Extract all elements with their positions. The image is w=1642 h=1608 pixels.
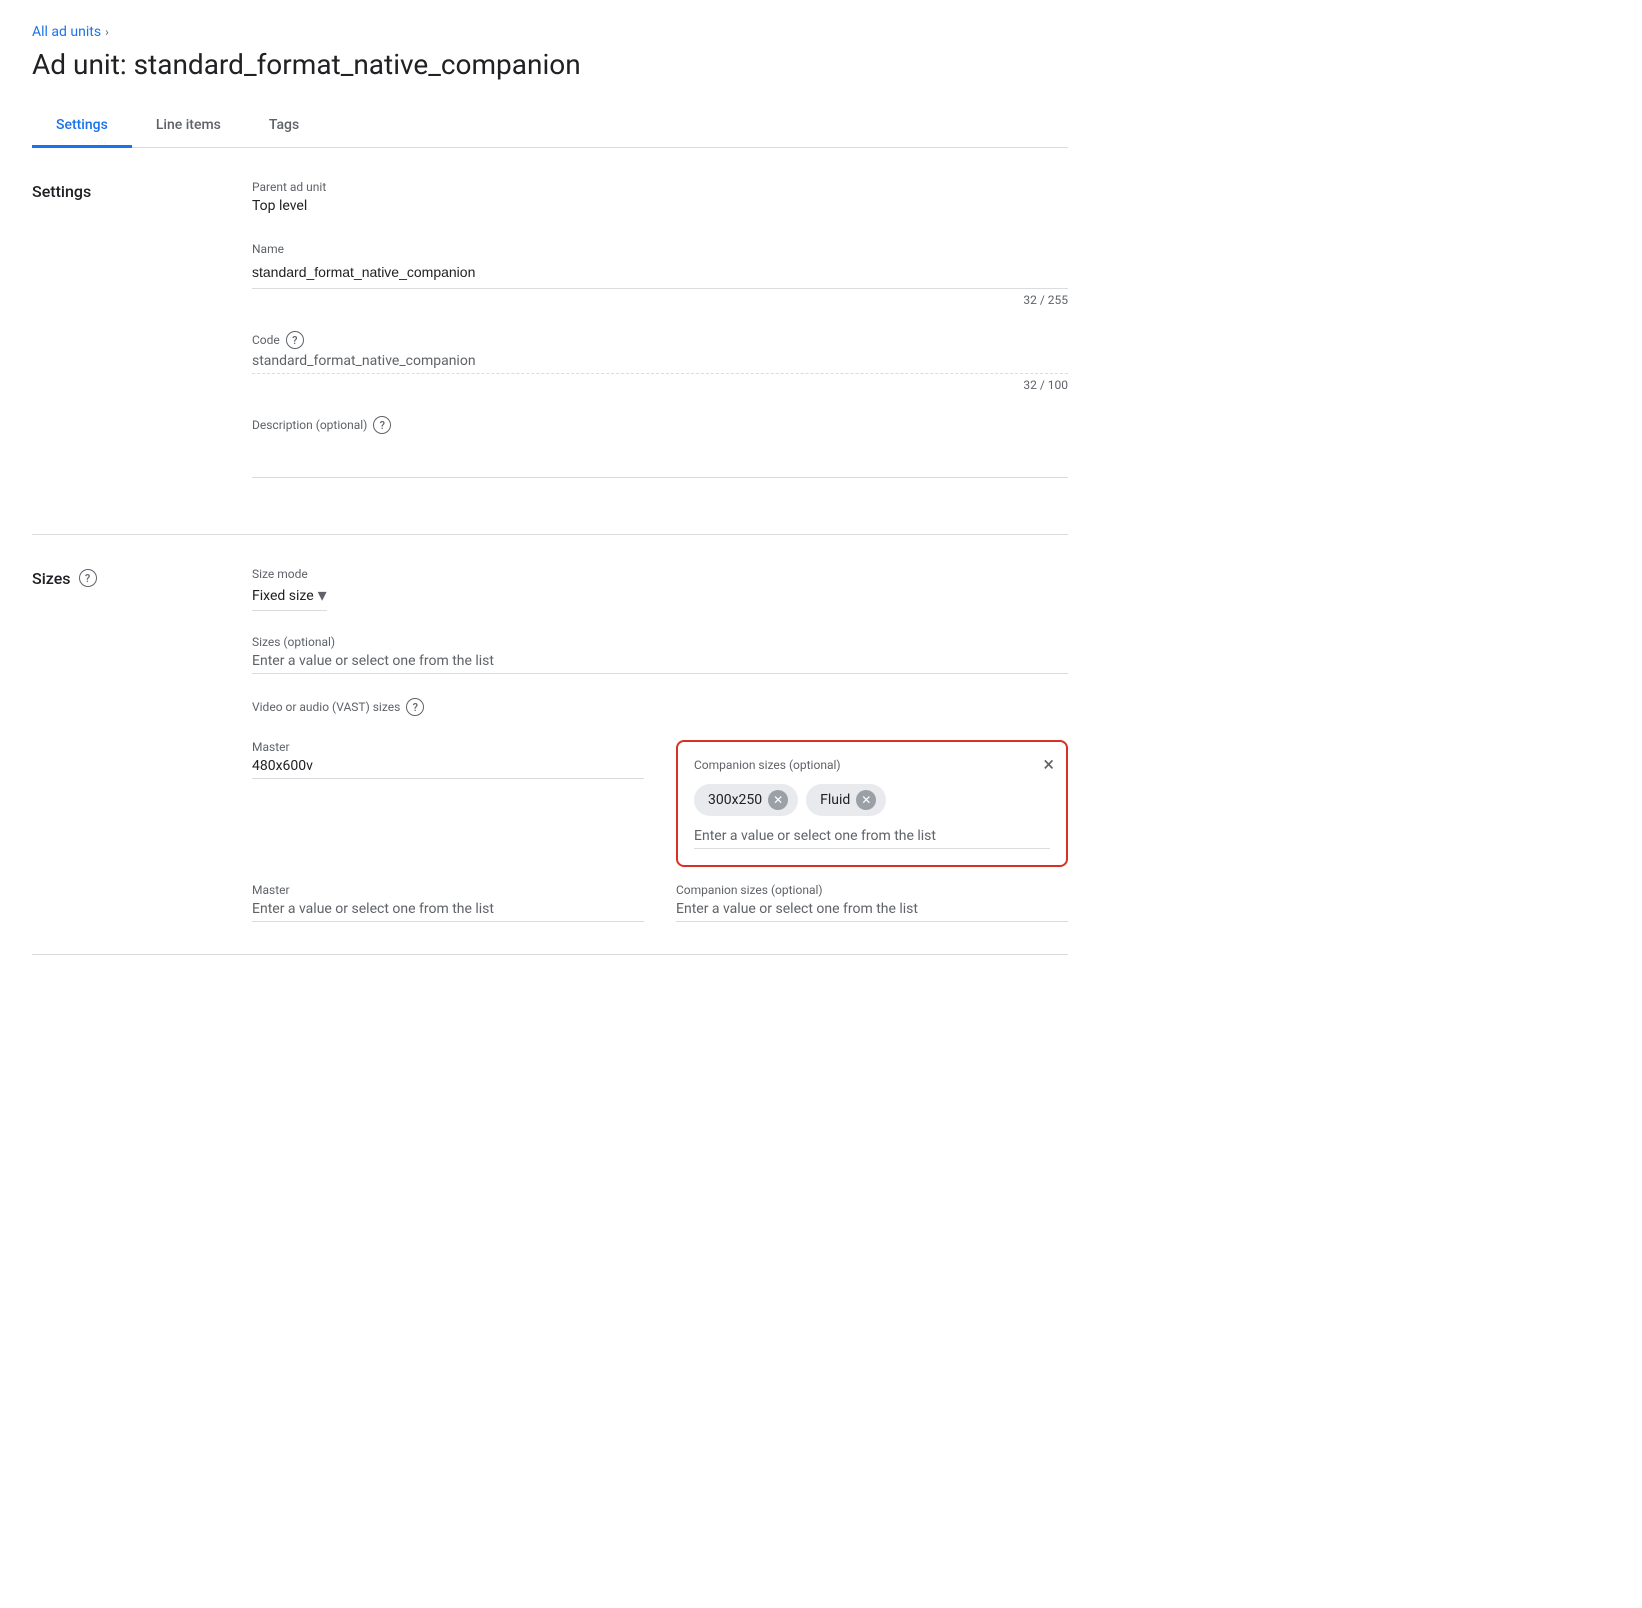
- breadcrumb-chevron: ›: [105, 25, 109, 39]
- size-mode-label: Size mode: [252, 567, 1068, 581]
- companion-chips: 300x250 ✕ Fluid ✕: [694, 784, 1050, 816]
- page-container: All ad units › Ad unit: standard_format_…: [0, 0, 1100, 979]
- sizes-section-label: Sizes ?: [32, 567, 252, 922]
- size-mode-field: Size mode Fixed size ▾: [252, 567, 1068, 611]
- sizes-content: Size mode Fixed size ▾ Sizes (optional) …: [252, 567, 1068, 922]
- master-row-2: Master Enter a value or select one from …: [252, 883, 1068, 922]
- tab-tags[interactable]: Tags: [245, 105, 323, 148]
- companion-popup-input: Enter a value or select one from the lis…: [694, 828, 1050, 849]
- master-label-1: Master: [252, 740, 644, 754]
- name-input[interactable]: [252, 260, 1068, 284]
- companion-popup: Companion sizes (optional) 300x250 ✕ Flu…: [676, 740, 1068, 867]
- settings-content: Parent ad unit Top level Name 32 / 255 C…: [252, 180, 1068, 502]
- tabs-bar: Settings Line items Tags: [32, 105, 1068, 148]
- sizes-section: Sizes ? Size mode Fixed size ▾ Sizes (op…: [32, 535, 1068, 955]
- companion-popup-label: Companion sizes (optional): [694, 758, 1050, 772]
- master-row-1: Master 480x600v Companion sizes (optiona…: [252, 740, 1068, 867]
- parent-ad-unit-label: Parent ad unit: [252, 180, 1068, 194]
- size-mode-dropdown[interactable]: Fixed size ▾: [252, 585, 327, 611]
- sizes-optional-placeholder: Enter a value or select one from the lis…: [252, 653, 494, 669]
- companion-chip-fluid: Fluid ✕: [806, 784, 886, 816]
- name-field: Name 32 / 255: [252, 242, 1068, 307]
- parent-ad-unit-field: Parent ad unit Top level: [252, 180, 1068, 218]
- name-counter: 32 / 255: [252, 293, 1068, 307]
- companion-popup-wrapper: Companion sizes (optional) 300x250 ✕ Flu…: [676, 740, 1068, 867]
- companion-popup-close[interactable]: ×: [1043, 754, 1054, 774]
- parent-ad-unit-value: Top level: [252, 198, 1068, 218]
- code-field: Code ? standard_format_native_companion …: [252, 331, 1068, 392]
- companion-label-2: Companion sizes (optional): [676, 883, 1068, 897]
- master-label-2: Master: [252, 883, 644, 897]
- name-label: Name: [252, 242, 1068, 256]
- breadcrumb[interactable]: All ad units ›: [32, 24, 1068, 40]
- companion-placeholder-2: Enter a value or select one from the lis…: [676, 901, 918, 917]
- master-placeholder-2: Enter a value or select one from the lis…: [252, 901, 494, 917]
- code-placeholder: standard_format_native_companion: [252, 353, 476, 369]
- settings-section: Settings Parent ad unit Top level Name 3…: [32, 148, 1068, 535]
- code-counter: 32 / 100: [252, 378, 1068, 392]
- sizes-optional-field: Sizes (optional) Enter a value or select…: [252, 635, 1068, 674]
- description-field: Description (optional) ?: [252, 416, 1068, 478]
- vast-field: Video or audio (VAST) sizes ?: [252, 698, 1068, 716]
- vast-label: Video or audio (VAST) sizes ?: [252, 698, 1068, 716]
- description-label: Description (optional) ?: [252, 416, 1068, 434]
- tab-line-items[interactable]: Line items: [132, 105, 245, 148]
- tab-settings[interactable]: Settings: [32, 105, 132, 148]
- code-label: Code ?: [252, 331, 1068, 349]
- companion-chip-fluid-remove[interactable]: ✕: [856, 790, 876, 810]
- settings-section-label: Settings: [32, 180, 252, 502]
- size-mode-value: Fixed size: [252, 588, 314, 604]
- sizes-help-icon[interactable]: ?: [79, 569, 97, 587]
- dropdown-arrow-icon: ▾: [318, 585, 327, 606]
- page-title: Ad unit: standard_format_native_companio…: [32, 48, 1068, 81]
- code-help-icon[interactable]: ?: [286, 331, 304, 349]
- breadcrumb-link[interactable]: All ad units: [32, 24, 101, 40]
- sizes-optional-label: Sizes (optional): [252, 635, 1068, 649]
- master-value-1: 480x600v: [252, 758, 313, 774]
- description-help-icon[interactable]: ?: [373, 416, 391, 434]
- companion-chip-300x250: 300x250 ✕: [694, 784, 798, 816]
- vast-help-icon[interactable]: ?: [406, 698, 424, 716]
- companion-chip-300x250-remove[interactable]: ✕: [768, 790, 788, 810]
